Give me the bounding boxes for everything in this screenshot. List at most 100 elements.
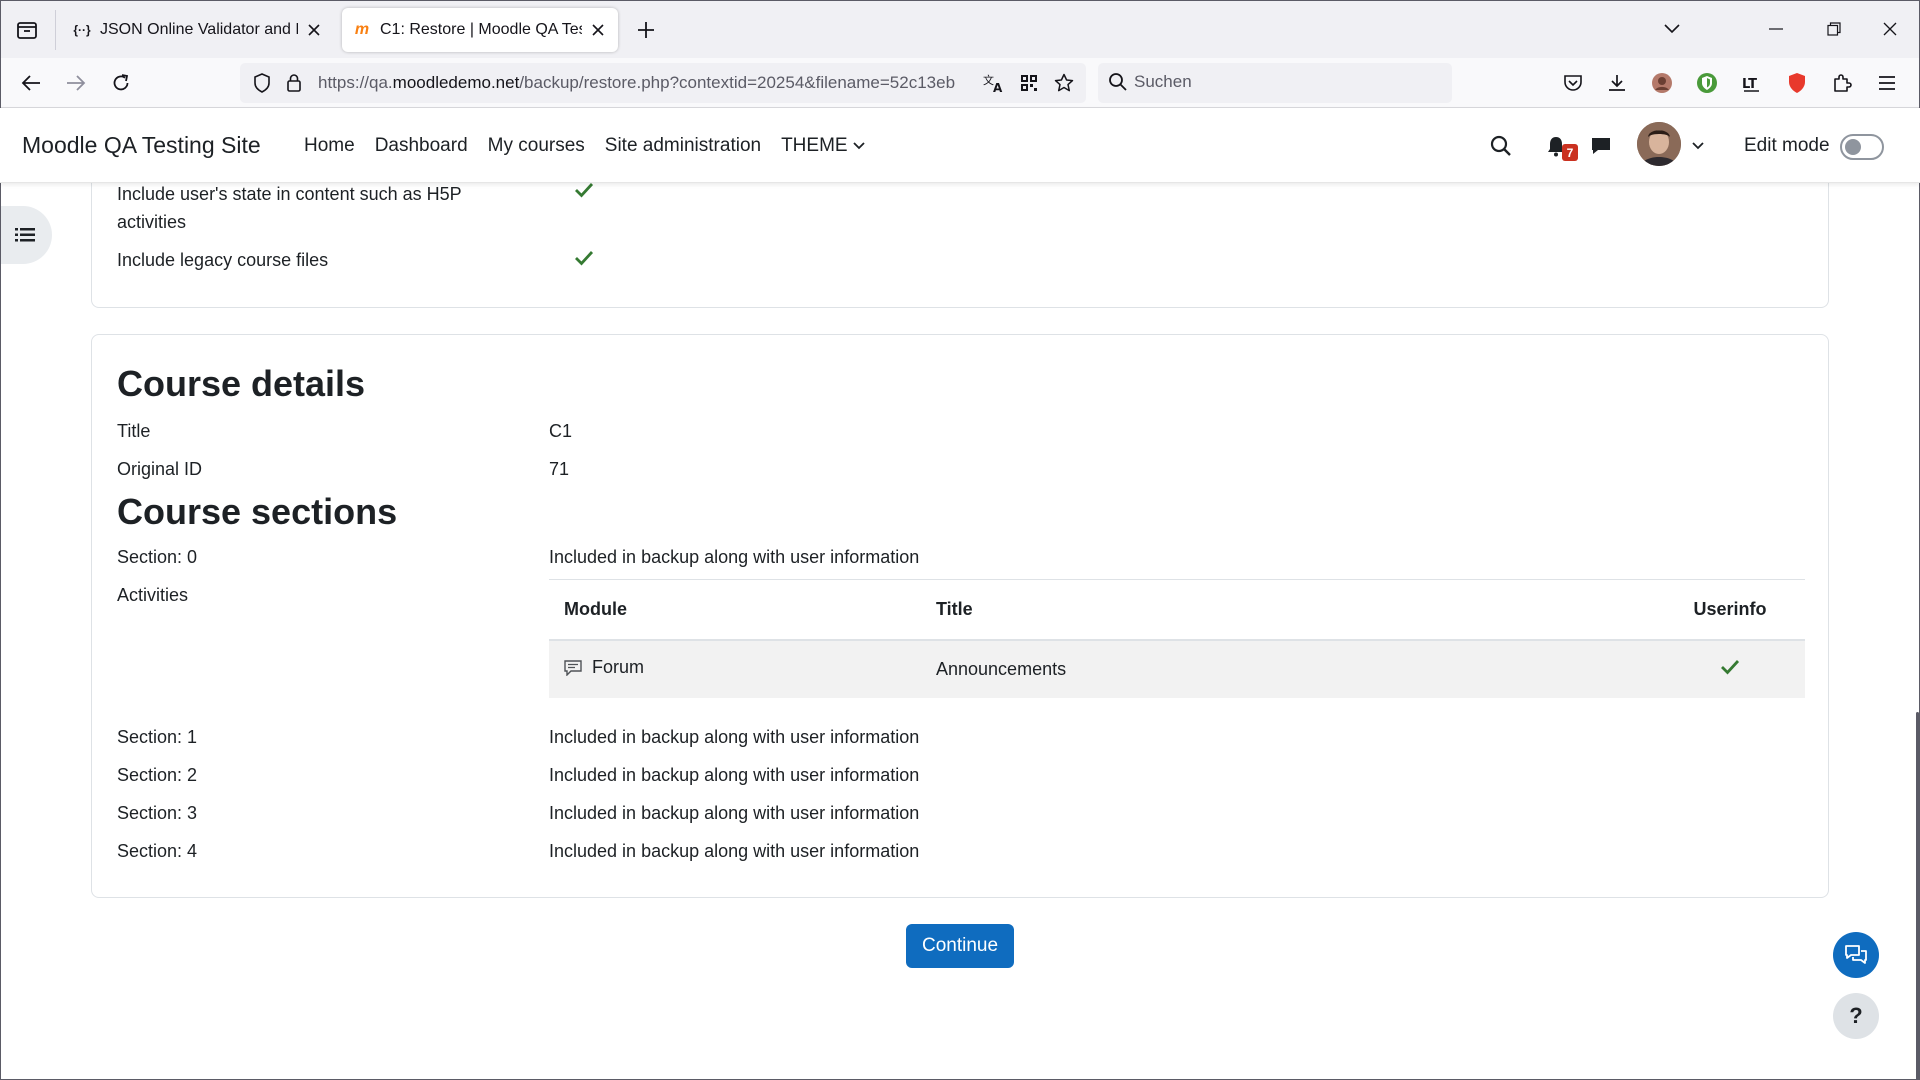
bookmark-star-icon[interactable] xyxy=(1052,71,1076,95)
table-row: Forum Announcements xyxy=(549,639,1805,698)
help-button[interactable]: ? xyxy=(1833,993,1879,1039)
section-value: Included in backup along with user infor… xyxy=(549,547,920,567)
svg-text:A: A xyxy=(993,81,1003,93)
tracking-shield-icon[interactable] xyxy=(250,71,274,95)
course-sections-heading: Course sections xyxy=(117,491,398,532)
app-menu-icon[interactable] xyxy=(1870,66,1904,100)
table-header-row: Module Title Userinfo xyxy=(549,579,1805,641)
module-name: Forum xyxy=(592,657,645,678)
messages-icon[interactable] xyxy=(1586,131,1616,161)
moodle-favicon-icon: m xyxy=(354,21,370,38)
section-value: Included in backup along with user infor… xyxy=(549,803,920,823)
section-label: Section: 3 xyxy=(117,803,198,823)
activities-table: Module Title Userinfo Forum Announcement… xyxy=(549,579,1805,698)
moodle-header: Moodle QA Testing Site Home Dashboard My… xyxy=(0,108,1920,183)
nav-label: Dashboard xyxy=(374,135,468,156)
nav-dashboard[interactable]: Dashboard xyxy=(365,135,478,157)
site-brand[interactable]: Moodle QA Testing Site xyxy=(22,132,261,159)
list-all-tabs-icon[interactable] xyxy=(10,14,44,46)
check-icon xyxy=(574,182,594,198)
address-bar[interactable]: https://qa.moodledemo.net/backup/restore… xyxy=(240,63,1086,103)
primary-navigation: Home Dashboard My courses Site administr… xyxy=(294,135,875,157)
section-label: Section: 0 xyxy=(117,547,198,567)
nav-my-courses[interactable]: My courses xyxy=(478,135,595,157)
url-text[interactable]: https://qa.moodledemo.net/backup/restore… xyxy=(318,73,1008,93)
chevron-down-icon xyxy=(852,142,865,150)
svg-text:LT: LT xyxy=(1742,77,1757,92)
close-window-icon[interactable] xyxy=(1870,10,1910,48)
browser-search-input[interactable] xyxy=(1134,72,1434,92)
module-cell: Forum xyxy=(549,639,921,698)
column-header-title: Title xyxy=(921,579,1655,641)
continue-button[interactable]: Continue xyxy=(906,924,1014,968)
chat-fab-button[interactable] xyxy=(1833,932,1879,978)
tab-overflow-chevron-icon[interactable] xyxy=(1652,10,1692,48)
section-value: Included in backup along with user infor… xyxy=(549,841,920,861)
nav-label: THEME xyxy=(781,135,848,156)
close-tab-icon[interactable] xyxy=(588,20,608,40)
check-icon xyxy=(574,250,594,266)
reload-icon[interactable] xyxy=(104,66,138,100)
course-details-card: Course details Title C1 Original ID 71 C… xyxy=(91,334,1829,898)
translate-icon[interactable]: 文A xyxy=(982,71,1006,95)
search-icon xyxy=(1108,72,1128,92)
tab-title: C1: Restore | Moodle QA Testin xyxy=(380,21,582,38)
check-icon xyxy=(1720,659,1740,675)
nav-theme-dropdown[interactable]: THEME xyxy=(771,135,875,157)
browser-tab-strip: {··} JSON Online Validator and Form m C1… xyxy=(0,0,1920,58)
new-tab-icon[interactable] xyxy=(630,14,662,46)
course-title-value: C1 xyxy=(549,421,573,441)
nav-label: My courses xyxy=(487,135,585,156)
qr-code-icon[interactable] xyxy=(1017,71,1041,95)
minimize-icon[interactable] xyxy=(1756,10,1796,48)
extensions-puzzle-icon[interactable] xyxy=(1825,66,1859,100)
profile-extension-icon[interactable] xyxy=(1645,66,1679,100)
languagetool-icon[interactable]: LT xyxy=(1735,66,1769,100)
nav-site-administration[interactable]: Site administration xyxy=(595,135,771,157)
nav-label: Site administration xyxy=(604,135,762,156)
downloads-icon[interactable] xyxy=(1600,66,1634,100)
forum-icon xyxy=(564,660,582,676)
section-label: Section: 2 xyxy=(117,765,198,785)
user-menu-chevron-down-icon[interactable] xyxy=(1683,131,1713,161)
pocket-icon[interactable] xyxy=(1556,66,1590,100)
course-details-heading: Course details xyxy=(117,363,366,404)
column-header-userinfo: Userinfo xyxy=(1655,579,1805,641)
tab-moodle-restore[interactable]: m C1: Restore | Moodle QA Testin xyxy=(342,8,618,52)
chat-bubbles-icon xyxy=(1843,943,1869,967)
shield-extension-icon[interactable] xyxy=(1690,66,1724,100)
notification-count-badge: 7 xyxy=(1562,144,1578,161)
close-tab-icon[interactable] xyxy=(304,20,324,40)
setting-label: Include legacy course files xyxy=(117,250,329,270)
course-index-toggle[interactable] xyxy=(0,206,52,264)
lock-icon[interactable] xyxy=(282,71,306,95)
ublock-shield-icon[interactable] xyxy=(1780,66,1814,100)
original-id-label: Original ID xyxy=(117,459,203,479)
nav-home[interactable]: Home xyxy=(294,135,365,157)
tab-separator xyxy=(55,10,56,50)
setting-label: Include user's state in content such as … xyxy=(117,184,462,232)
forward-arrow-icon[interactable] xyxy=(59,66,93,100)
tab-json-validator[interactable]: {··} JSON Online Validator and Form xyxy=(62,8,334,52)
section-label: Section: 1 xyxy=(117,727,198,747)
edit-mode-label: Edit mode xyxy=(1744,135,1830,156)
activity-title-cell: Announcements xyxy=(921,639,1655,698)
tab-title: JSON Online Validator and Form xyxy=(100,21,298,38)
page-scrollbar[interactable] xyxy=(1916,712,1919,1080)
section-value: Included in backup along with user infor… xyxy=(549,727,920,747)
search-icon[interactable] xyxy=(1486,131,1516,161)
restore-window-icon[interactable] xyxy=(1814,10,1854,48)
back-arrow-icon[interactable] xyxy=(14,66,48,100)
activities-label: Activities xyxy=(117,585,189,605)
browser-search-bar[interactable] xyxy=(1098,63,1452,103)
original-id-value: 71 xyxy=(549,459,570,479)
userinfo-cell xyxy=(1655,639,1805,698)
user-avatar[interactable] xyxy=(1637,122,1681,166)
nav-label: Home xyxy=(304,135,355,156)
json-favicon-icon: {··} xyxy=(73,23,91,37)
browser-toolbar: https://qa.moodledemo.net/backup/restore… xyxy=(0,58,1920,108)
section-value: Included in backup along with user infor… xyxy=(549,765,920,785)
edit-mode-toggle[interactable] xyxy=(1840,134,1884,160)
section-label: Section: 4 xyxy=(117,841,198,861)
course-title-label: Title xyxy=(117,421,151,441)
